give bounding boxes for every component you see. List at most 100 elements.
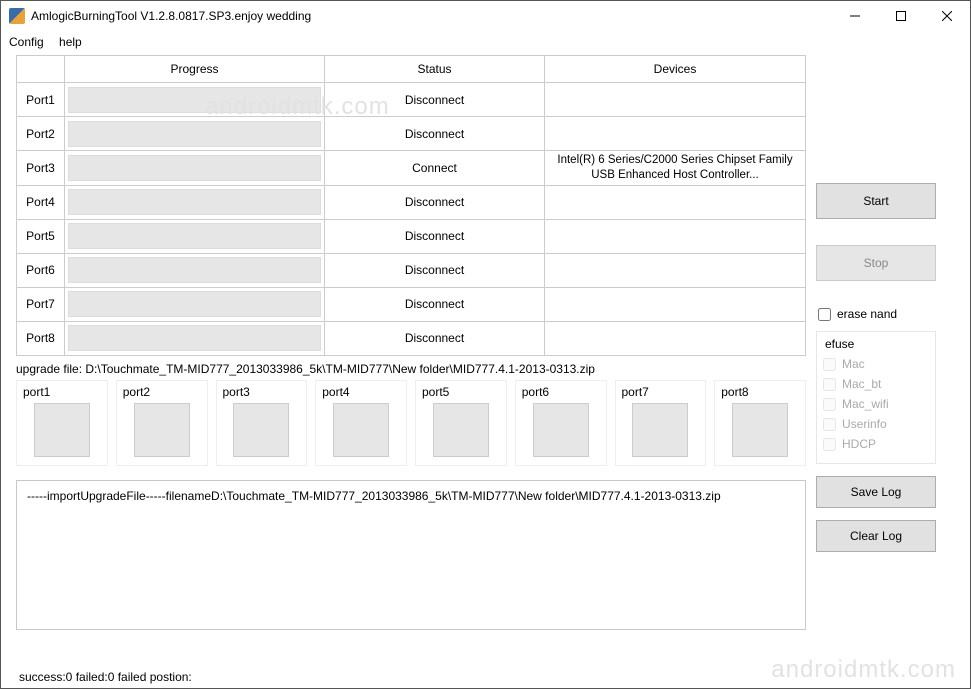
start-button[interactable]: Start [816,183,936,219]
port-thumbnails: port1 port2 port3 port4 port5 port6 port… [16,380,806,466]
port-label: Port3 [17,151,65,186]
device-cell [545,185,806,219]
table-row: Port4 Disconnect [17,185,806,219]
device-cell [545,287,806,321]
status-cell: Disconnect [325,185,545,219]
device-cell [545,117,806,151]
progress-bar [68,87,321,113]
hdcp-checkbox: HDCP [823,437,929,451]
log-line: -----importUpgradeFile-----filenameD:\To… [27,489,795,503]
thumb-port4: port4 [315,380,407,466]
status-cell: Disconnect [325,117,545,151]
upgrade-file-label: upgrade file: D:\Touchmate_TM-MID777_201… [16,362,806,376]
table-row: Port3 ConnectIntel(R) 6 Series/C2000 Seri… [17,151,806,186]
userinfo-checkbox: Userinfo [823,417,929,431]
header-devices: Devices [545,56,806,83]
thumb-box [533,403,589,457]
header-status: Status [325,56,545,83]
window-title: AmlogicBurningTool V1.2.8.0817.SP3.enjoy… [31,9,832,23]
thumb-box [333,403,389,457]
thumb-label: port7 [620,383,702,403]
table-row: Port5 Disconnect [17,219,806,253]
thumb-box [732,403,788,457]
clear-log-button[interactable]: Clear Log [816,520,936,552]
mac-wifi-input [823,398,836,411]
device-cell [545,83,806,117]
watermark: androidmtk.com [771,656,956,684]
thumb-port6: port6 [515,380,607,466]
mac-bt-checkbox: Mac_bt [823,377,929,391]
erase-nand-input[interactable] [818,308,831,321]
save-log-button[interactable]: Save Log [816,476,936,508]
mac-input [823,358,836,371]
device-cell: Intel(R) 6 Series/C2000 Series Chipset F… [545,151,806,186]
port-label: Port7 [17,287,65,321]
header-progress: Progress [65,56,325,83]
menubar: Config help [1,31,970,55]
thumb-box [134,403,190,457]
menu-config[interactable]: Config [9,35,44,49]
thumb-box [433,403,489,457]
mac-checkbox: Mac [823,357,929,371]
log-output[interactable]: -----importUpgradeFile-----filenameD:\To… [16,480,806,630]
progress-bar [68,223,321,249]
port-label: Port8 [17,321,65,355]
progress-bar [68,121,321,147]
status-cell: Disconnect [325,287,545,321]
userinfo-input [823,418,836,431]
device-cell [545,321,806,355]
erase-nand-checkbox[interactable]: erase nand [818,307,936,321]
ports-table: Progress Status Devices Port1Disconnect … [16,55,806,356]
table-row: Port6 Disconnect [17,253,806,287]
thumb-port5: port5 [415,380,507,466]
status-cell: Disconnect [325,219,545,253]
status-cell: Connect [325,151,545,186]
port-label: Port2 [17,117,65,151]
status-bar: success:0 failed:0 failed postion: [19,670,192,684]
table-row: Port8Disconnect [17,321,806,355]
thumb-box [632,403,688,457]
mac-bt-input [823,378,836,391]
header-empty [17,56,65,83]
thumb-label: port5 [420,383,502,403]
thumb-label: port1 [21,383,103,403]
stop-button[interactable]: Stop [816,245,936,281]
progress-bar [68,291,321,317]
mac-wifi-checkbox: Mac_wifi [823,397,929,411]
minimize-button[interactable] [832,1,878,31]
port-label: Port6 [17,253,65,287]
table-row: Port2 Disconnect [17,117,806,151]
thumb-label: port3 [221,383,303,403]
progress-bar [68,155,321,181]
app-icon [9,8,25,24]
thumb-port2: port2 [116,380,208,466]
thumb-port7: port7 [615,380,707,466]
maximize-button[interactable] [878,1,924,31]
efuse-group: efuse Mac Mac_bt Mac_wifi Userinfo HDCP [816,331,936,464]
progress-bar [68,189,321,215]
device-cell [545,219,806,253]
thumb-port3: port3 [216,380,308,466]
thumb-label: port2 [121,383,203,403]
port-label: Port1 [17,83,65,117]
close-button[interactable] [924,1,970,31]
progress-bar [68,325,321,351]
menu-help[interactable]: help [59,35,82,49]
progress-bar [68,257,321,283]
thumb-box [233,403,289,457]
device-cell [545,253,806,287]
hdcp-input [823,438,836,451]
status-cell: Disconnect [325,83,545,117]
thumb-port1: port1 [16,380,108,466]
thumb-box [34,403,90,457]
port-label: Port4 [17,185,65,219]
thumb-label: port4 [320,383,402,403]
table-row: Port7 Disconnect [17,287,806,321]
table-row: Port1 Disconnect [17,83,806,117]
efuse-label: efuse [825,337,929,351]
thumb-label: port6 [520,383,602,403]
thumb-port8: port8 [714,380,806,466]
port-label: Port5 [17,219,65,253]
status-cell: Disconnect [325,253,545,287]
titlebar: AmlogicBurningTool V1.2.8.0817.SP3.enjoy… [1,1,970,31]
